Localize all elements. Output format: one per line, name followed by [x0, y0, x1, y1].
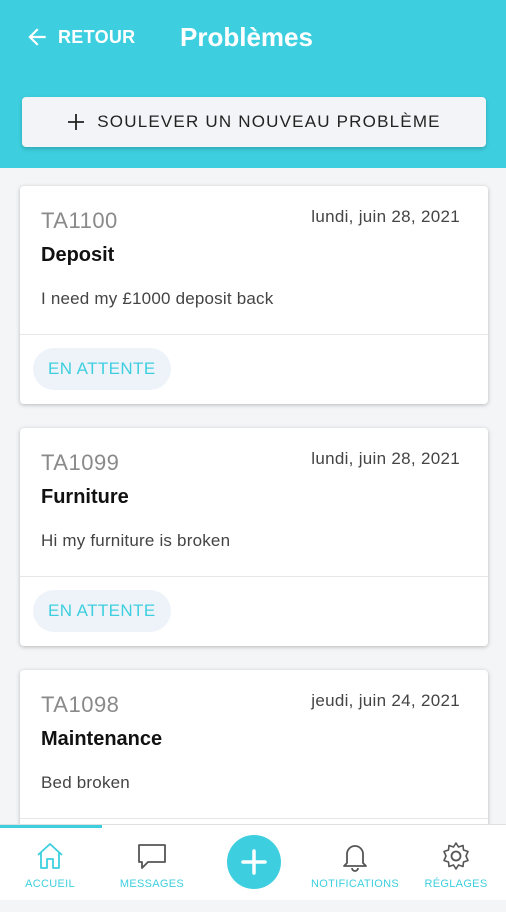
issue-description: I need my £1000 deposit back — [41, 289, 274, 308]
active-tab-indicator — [0, 825, 102, 828]
nav-messages[interactable]: MESSAGES — [102, 839, 202, 890]
nav-messages-label: MESSAGES — [119, 878, 185, 890]
issue-date: lundi, juin 28, 2021 — [311, 207, 460, 226]
nav-home-label: ACCUEIL — [25, 878, 75, 890]
issue-id: TA1098 — [41, 692, 120, 717]
card-divider — [20, 818, 488, 819]
card-divider — [20, 334, 488, 335]
nav-home[interactable]: ACCUEIL — [0, 839, 100, 890]
issue-id: TA1099 — [41, 450, 120, 475]
issue-description: Bed broken — [41, 773, 130, 792]
gear-icon — [443, 842, 469, 870]
issue-id: TA1100 — [41, 208, 118, 233]
chat-bubble-icon — [138, 844, 166, 869]
bottom-navigation: ACCUEIL MESSAGES NOTIFICATIONS RÉGLAGES — [0, 824, 506, 900]
page-title: Problèmes — [180, 22, 313, 52]
nav-notifications-label: NOTIFICATIONS — [310, 878, 400, 890]
home-icon — [37, 843, 63, 869]
status-badge: EN ATTENTE — [33, 348, 171, 390]
issue-subject: Deposit — [41, 244, 115, 266]
issue-date: lundi, juin 28, 2021 — [311, 449, 460, 468]
issue-description: Hi my furniture is broken — [41, 531, 231, 550]
nav-notifications[interactable]: NOTIFICATIONS — [305, 839, 405, 890]
issue-card[interactable]: TA1100 lundi, juin 28, 2021 Deposit I ne… — [20, 186, 488, 404]
status-badge: EN ATTENTE — [33, 590, 171, 632]
add-button[interactable] — [227, 835, 281, 889]
issue-list: TA1100 lundi, juin 28, 2021 Deposit I ne… — [20, 186, 488, 912]
plus-icon — [241, 849, 267, 875]
new-issue-button[interactable]: SOULEVER UN NOUVEAU PROBLÈME — [22, 97, 486, 147]
back-label: RETOUR — [58, 26, 136, 47]
arrow-left-icon — [28, 28, 46, 46]
nav-settings[interactable]: RÉGLAGES — [406, 839, 506, 890]
app-header: RETOUR Problèmes SOULEVER UN NOUVEAU PRO… — [0, 0, 506, 168]
new-issue-label: SOULEVER UN NOUVEAU PROBLÈME — [97, 112, 441, 131]
nav-settings-label: RÉGLAGES — [424, 878, 488, 890]
issue-date: jeudi, juin 24, 2021 — [311, 691, 460, 710]
issue-card[interactable]: TA1099 lundi, juin 28, 2021 Furniture Hi… — [20, 428, 488, 646]
bell-icon — [343, 845, 367, 872]
card-divider — [20, 576, 488, 577]
issue-subject: Maintenance — [41, 728, 163, 750]
plus-icon — [68, 114, 85, 130]
issue-subject: Furniture — [41, 486, 129, 508]
back-button[interactable]: RETOUR — [24, 24, 135, 50]
